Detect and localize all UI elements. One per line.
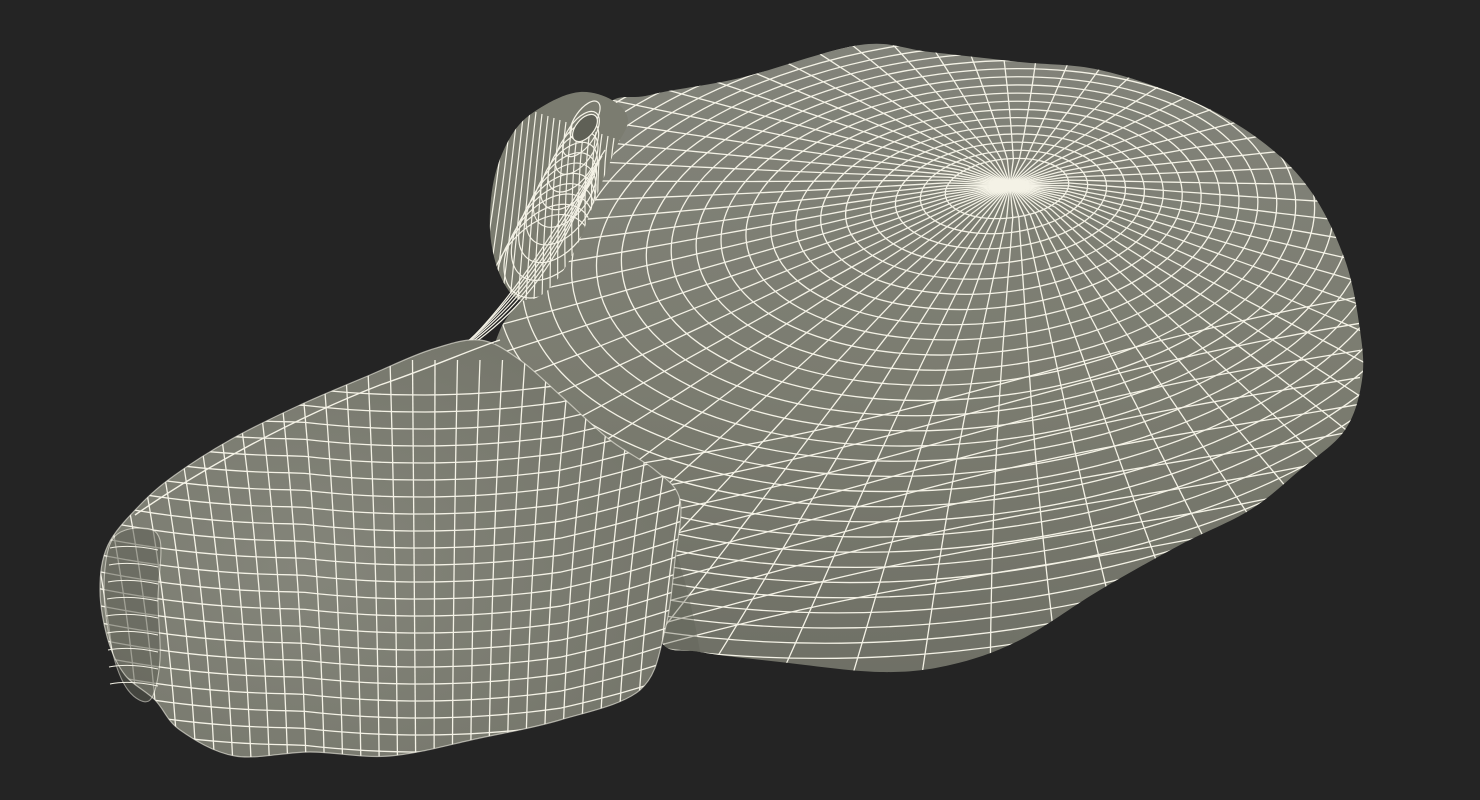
render-viewport	[0, 0, 1480, 800]
wireframe-model	[99, 43, 1364, 758]
